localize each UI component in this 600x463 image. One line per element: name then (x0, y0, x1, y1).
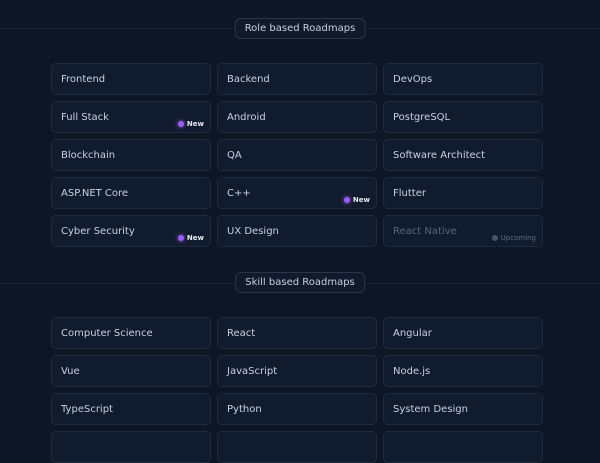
role-section-heading: Role based Roadmaps (234, 18, 366, 39)
roadmap-card-computer-science[interactable]: Computer Science (51, 317, 211, 349)
roadmap-card-angular[interactable]: Angular (383, 317, 543, 349)
roadmap-card-card-11[interactable] (383, 431, 543, 463)
new-badge: New (343, 196, 370, 204)
badge-label: New (352, 196, 370, 204)
status-dot-icon (177, 121, 184, 127)
roadmap-card-react-native: React Native Upcoming (383, 215, 543, 247)
skill-roadmap-grid: Computer Science React Angular Vue JavaScrip… (51, 317, 543, 463)
roadmap-card-android[interactable]: Android (217, 101, 377, 133)
roadmap-card-asp-net-core[interactable]: ASP.NET Core (51, 177, 211, 209)
roadmap-card-card-9[interactable] (51, 431, 211, 463)
upcoming-badge: Upcoming (491, 234, 536, 242)
roadmap-card-label: ASP.NET Core (61, 187, 129, 199)
roadmap-card-typescript[interactable]: TypeScript (51, 393, 211, 425)
roadmap-card-label: Flutter (393, 187, 426, 199)
roadmap-card-full-stack[interactable]: Full Stack New (51, 101, 211, 133)
roadmap-card-c[interactable]: C++ New (217, 177, 377, 209)
roadmap-card-label: Full Stack (61, 111, 109, 123)
roadmap-card-qa[interactable]: QA (217, 139, 377, 171)
roadmap-card-label: JavaScript (227, 365, 278, 377)
roadmap-card-label: UX Design (227, 225, 279, 237)
roadmap-card-cyber-security[interactable]: Cyber Security New (51, 215, 211, 247)
roadmap-card-label: React (227, 327, 256, 339)
roadmap-card-label: Frontend (61, 73, 106, 85)
roadmap-card-ux-design[interactable]: UX Design (217, 215, 377, 247)
new-badge: New (177, 120, 204, 128)
roadmap-card-label: React Native (393, 225, 457, 237)
roadmap-card-label: PostgreSQL (393, 111, 451, 123)
roadmap-card-blockchain[interactable]: Blockchain (51, 139, 211, 171)
new-badge: New (177, 234, 204, 242)
roadmap-card-label: Android (227, 111, 266, 123)
roadmap-card-javascript[interactable]: JavaScript (217, 355, 377, 387)
roadmap-card-flutter[interactable]: Flutter (383, 177, 543, 209)
roadmap-card-label: Blockchain (61, 149, 116, 161)
skill-section-heading: Skill based Roadmaps (235, 272, 365, 293)
role-roadmap-grid: Frontend Backend DevOps Full Stack New Androi… (51, 63, 543, 247)
roadmap-card-label: System Design (393, 403, 468, 415)
roadmap-card-software-architect[interactable]: Software Architect (383, 139, 543, 171)
roadmap-card-label: QA (227, 149, 242, 161)
badge-label: Upcoming (500, 234, 536, 242)
status-dot-icon (177, 235, 184, 241)
roadmap-card-label: C++ (227, 187, 251, 199)
roadmap-card-frontend[interactable]: Frontend (51, 63, 211, 95)
roadmap-card-system-design[interactable]: System Design (383, 393, 543, 425)
roadmap-card-postgresql[interactable]: PostgreSQL (383, 101, 543, 133)
status-dot-icon (491, 235, 498, 241)
badge-label: New (186, 120, 204, 128)
roadmap-card-vue[interactable]: Vue (51, 355, 211, 387)
roadmap-card-label: Backend (227, 73, 270, 85)
status-dot-icon (343, 197, 350, 203)
roadmap-card-node-js[interactable]: Node.js (383, 355, 543, 387)
roadmap-card-label: Node.js (393, 365, 431, 377)
roadmap-card-label: Angular (393, 327, 432, 339)
roadmap-card-label: Software Architect (393, 149, 486, 161)
roadmap-card-devops[interactable]: DevOps (383, 63, 543, 95)
roadmap-card-label: Computer Science (61, 327, 153, 339)
roadmap-card-card-10[interactable] (217, 431, 377, 463)
roadmap-card-label: Cyber Security (61, 225, 135, 237)
roadmap-card-react[interactable]: React (217, 317, 377, 349)
roadmap-card-label: DevOps (393, 73, 433, 85)
badge-label: New (186, 234, 204, 242)
roadmap-card-label: Vue (61, 365, 80, 377)
roadmap-card-label: Python (227, 403, 262, 415)
roadmap-card-label: TypeScript (61, 403, 113, 415)
roadmap-card-backend[interactable]: Backend (217, 63, 377, 95)
roadmap-card-python[interactable]: Python (217, 393, 377, 425)
